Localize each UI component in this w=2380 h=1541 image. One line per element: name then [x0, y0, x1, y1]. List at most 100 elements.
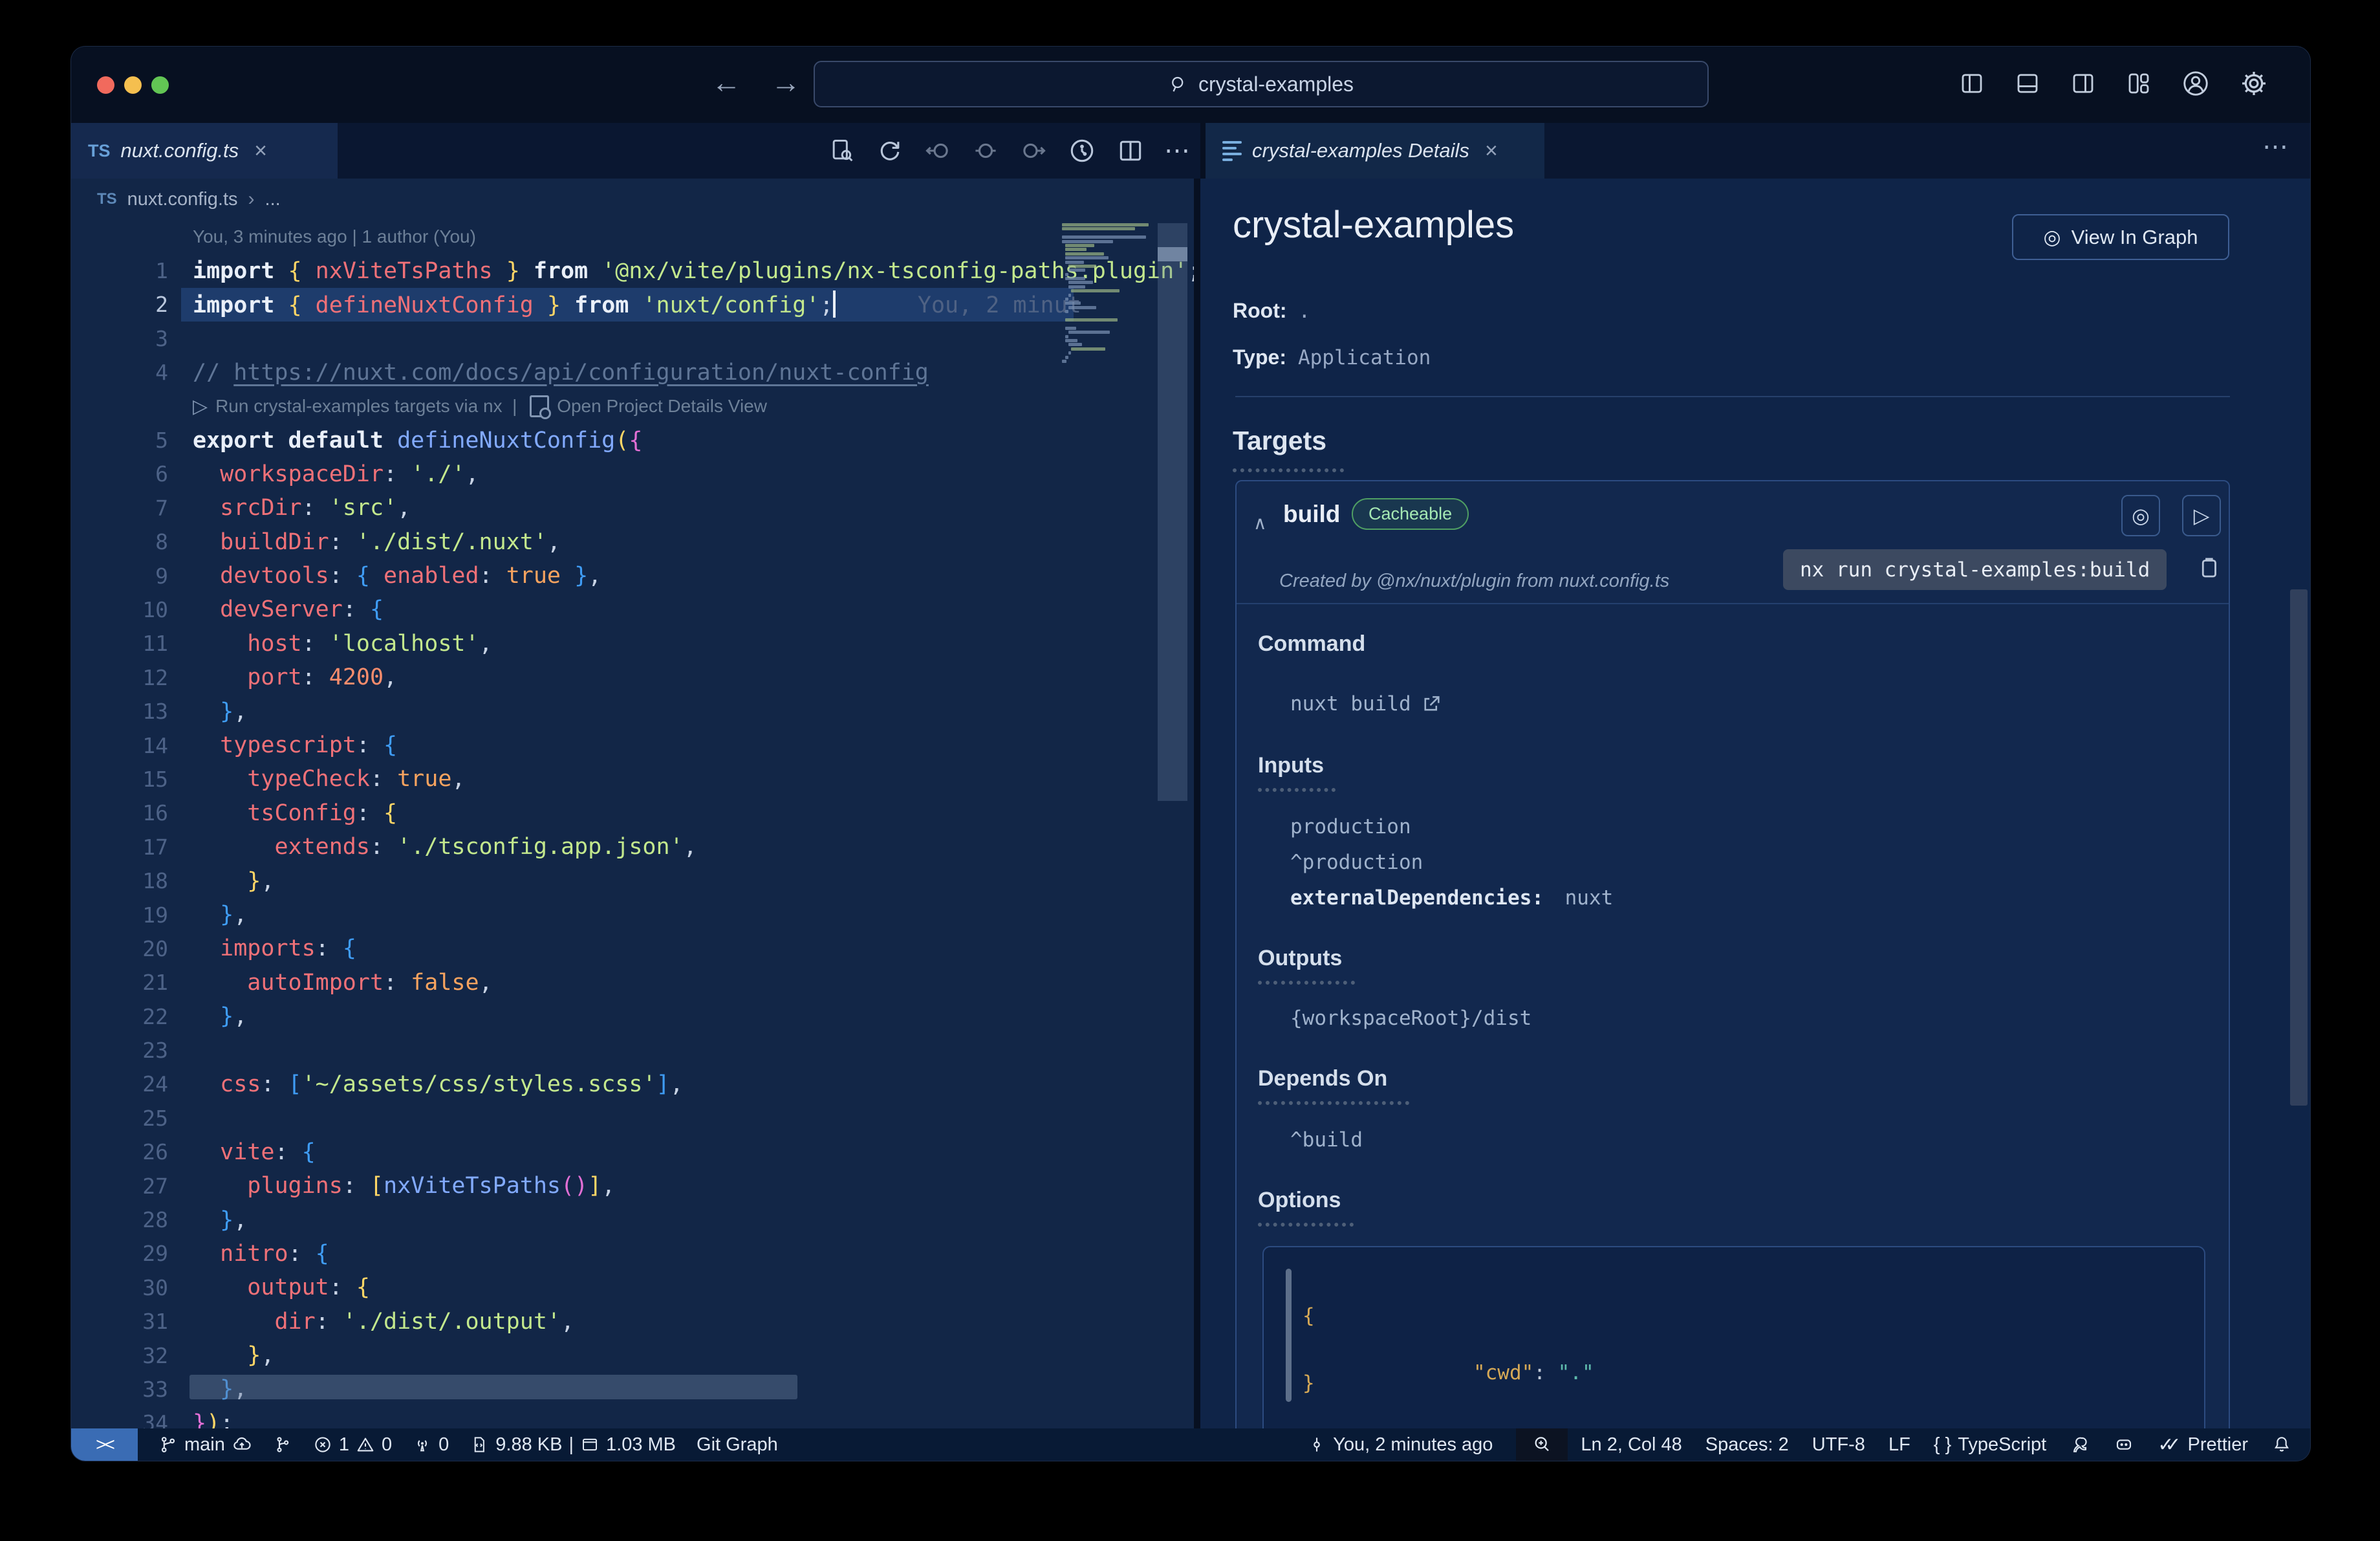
line-number: 15 [142, 766, 168, 792]
code-line[interactable]: 24 css: ['~/assets/css/styles.scss'], [71, 1067, 1194, 1101]
language-item[interactable]: { } TypeScript [1934, 1434, 2046, 1456]
back-icon[interactable]: ← [711, 65, 741, 100]
minimize-window-icon[interactable] [124, 76, 142, 94]
code-line[interactable]: 29 nitro: { [71, 1237, 1194, 1271]
code-line[interactable]: 12 port: 4200, [71, 661, 1194, 694]
options-json-block[interactable]: { "cwd": "." } [1262, 1246, 2205, 1428]
code-line[interactable]: 8 buildDir: './dist/.nuxt', [71, 525, 1194, 559]
minimap-slider[interactable] [1158, 247, 1187, 261]
close-window-icon[interactable] [97, 76, 114, 94]
code-line[interactable]: 5 export default defineNuxtConfig({ [71, 423, 1194, 457]
external-link-icon[interactable] [1420, 693, 1442, 715]
code-line[interactable]: 21 autoImport: false, [71, 966, 1194, 1000]
code-line[interactable]: 20 imports: { [71, 932, 1194, 965]
view-in-graph-label: View In Graph [2071, 225, 2198, 248]
command-center-search[interactable]: crystal-examples [814, 61, 1709, 107]
code-line[interactable]: 1 import { nxViteTsPaths } from '@nx/vite… [71, 254, 1194, 287]
blame-item[interactable]: You, 2 minutes ago [1307, 1434, 1493, 1456]
code-line[interactable]: 23 [71, 1033, 1194, 1067]
extension-squirrel-item[interactable] [2070, 1434, 2090, 1455]
tab-nuxt-config[interactable]: TS nuxt.config.ts × [71, 123, 338, 179]
code-line[interactable]: 3 [71, 322, 1194, 355]
run-target-button[interactable]: ▷ [2182, 495, 2221, 536]
typescript-file-icon: TS [88, 140, 111, 160]
focus-target-button[interactable]: ◎ [2121, 495, 2160, 536]
breadcrumb-symbol[interactable]: ... [265, 189, 281, 210]
cursor-position-item[interactable]: Ln 2, Col 48 [1581, 1434, 1682, 1456]
remote-indicator[interactable]: >< [71, 1428, 138, 1461]
code-line[interactable]: 25 [71, 1101, 1194, 1135]
toggle-panel-icon[interactable] [2014, 70, 2041, 97]
code-line[interactable]: 27 plugins: [nxViteTsPaths()], [71, 1169, 1194, 1203]
close-tab-icon[interactable]: × [254, 138, 267, 164]
code-line[interactable]: 16 tsConfig: { [71, 796, 1194, 830]
breadcrumb-file[interactable]: nuxt.config.ts [127, 189, 238, 210]
minimap[interactable] [1059, 223, 1156, 378]
nx-run-command-chip[interactable]: nx run crystal-examples:build [1783, 549, 2167, 590]
zoom-indicator[interactable] [1516, 1428, 1568, 1461]
git-graph-item[interactable]: Git Graph [697, 1434, 778, 1456]
panel-scrollbar[interactable] [2290, 589, 2308, 1106]
search-value: crystal-examples [1198, 72, 1354, 96]
code-line[interactable]: 30 output: { [71, 1271, 1194, 1304]
codelens-nx[interactable]: ▷ Run crystal-examples targets via nx | O… [71, 389, 1194, 423]
encoding-item[interactable]: UTF-8 [1812, 1434, 1865, 1456]
customize-layout-icon[interactable] [2125, 70, 2152, 97]
code-line[interactable]: 31 dir: './dist/.output', [71, 1305, 1194, 1339]
indentation-item[interactable]: Spaces: 2 [1705, 1434, 1789, 1456]
code-area[interactable]: You, 3 minutes ago | 1 author (You) 1 impo… [71, 220, 1194, 1428]
code-line[interactable]: 22 }, [71, 1000, 1194, 1033]
codelens-blame[interactable]: You, 3 minutes ago | 1 author (You) [71, 220, 1194, 254]
tab-project-details[interactable]: crystal-examples Details × [1206, 123, 1544, 179]
code-line[interactable]: 19 }, [71, 898, 1194, 932]
change-marker-icon[interactable] [971, 137, 1000, 165]
code-line[interactable]: 13 }, [71, 694, 1194, 728]
code-line[interactable]: 32 }, [71, 1339, 1194, 1372]
previous-change-icon[interactable] [924, 137, 952, 165]
problems-item[interactable]: 1 0 [313, 1434, 392, 1456]
code-line[interactable]: 7 srcDir: 'src', [71, 491, 1194, 525]
toggle-primary-sidebar-icon[interactable] [1958, 70, 1985, 97]
copilot-item[interactable] [2114, 1434, 2134, 1455]
code-line[interactable]: 6 workspaceDir: './', [71, 457, 1194, 491]
more-actions-icon[interactable]: ⋯ [2262, 132, 2288, 162]
ports-item[interactable]: 0 [413, 1434, 449, 1456]
code-line[interactable]: 9 devtools: { enabled: true }, [71, 559, 1194, 593]
code-line[interactable]: 14 typescript: { [71, 728, 1194, 762]
maximize-window-icon[interactable] [151, 76, 169, 94]
breadcrumb[interactable]: TS nuxt.config.ts › ... [71, 179, 1194, 220]
toggle-secondary-sidebar-icon[interactable] [2070, 70, 2097, 97]
notifications-item[interactable] [2271, 1434, 2292, 1455]
git-branch-item[interactable]: main [158, 1434, 252, 1456]
code-line[interactable]: 11 host: 'localhost', [71, 627, 1194, 661]
copy-icon[interactable] [2195, 554, 2222, 581]
git-actions-item[interactable] [273, 1435, 292, 1454]
settings-gear-icon[interactable] [2239, 69, 2269, 98]
code-line[interactable]: 4// https://nuxt.com/docs/api/configurat… [71, 356, 1194, 389]
prettier-item[interactable]: ✓✓ Prettier [2158, 1434, 2248, 1456]
search-editor-icon[interactable] [828, 137, 856, 165]
code-line[interactable]: 26 vite: { [71, 1135, 1194, 1169]
collapse-chevron-icon[interactable]: ∧ [1253, 512, 1267, 534]
code-line[interactable]: 34}); [71, 1406, 1194, 1428]
refresh-icon[interactable] [876, 137, 904, 165]
git-history-icon[interactable] [1067, 136, 1097, 166]
close-tab-icon[interactable]: × [1485, 138, 1498, 164]
code-line[interactable]: 2 import { defineNuxtConfig } from 'nuxt/… [71, 287, 1194, 322]
file-size-item[interactable]: 9.88 KB | 1.03 MB [470, 1434, 676, 1456]
next-change-icon[interactable] [1019, 137, 1048, 165]
split-editor-icon[interactable] [1116, 137, 1145, 165]
code-line[interactable]: 28 }, [71, 1203, 1194, 1236]
code-line[interactable]: 10 devServer: { [71, 593, 1194, 626]
view-in-graph-button[interactable]: ◎ View In Graph [2012, 214, 2229, 260]
horizontal-scrollbar[interactable] [189, 1375, 797, 1399]
forward-icon[interactable]: → [771, 65, 801, 100]
account-icon[interactable] [2181, 69, 2211, 98]
eol-item[interactable]: LF [1888, 1434, 1910, 1456]
line-number: 33 [142, 1376, 168, 1402]
code-line[interactable]: 18 }, [71, 864, 1194, 897]
code-line[interactable]: 17 extends: './tsconfig.app.json', [71, 830, 1194, 864]
vertical-scrollbar[interactable] [1158, 223, 1187, 801]
more-actions-icon[interactable]: ⋯ [1164, 136, 1191, 166]
code-line[interactable]: 15 typeCheck: true, [71, 762, 1194, 796]
